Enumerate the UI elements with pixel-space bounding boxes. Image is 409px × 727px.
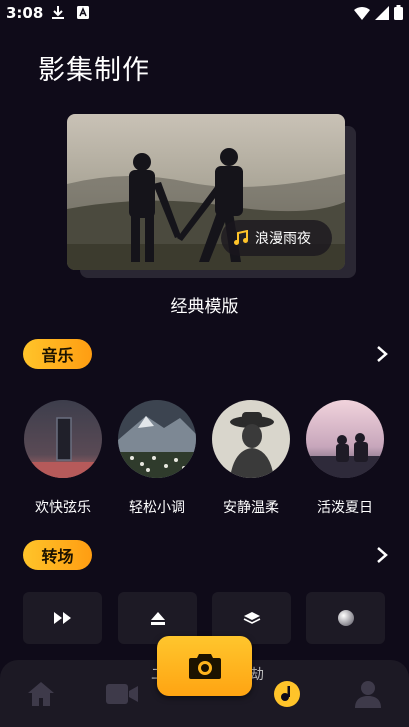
status-bar: 3:08 bbox=[0, 0, 409, 26]
video-camera-icon bbox=[106, 684, 138, 704]
download-icon bbox=[52, 6, 64, 19]
music-item-label: 活泼夏日 bbox=[317, 500, 373, 516]
tab-label-fragment-right: 劫 bbox=[250, 667, 264, 683]
music-item-1[interactable]: 欢快弦乐 bbox=[23, 400, 103, 517]
music-more-chevron-icon[interactable] bbox=[375, 345, 389, 363]
music-note-icon bbox=[234, 230, 248, 245]
battery-icon bbox=[394, 5, 403, 20]
camera-icon bbox=[188, 654, 221, 679]
sphere-icon bbox=[337, 610, 354, 626]
tab-video[interactable] bbox=[104, 676, 140, 712]
music-item-3[interactable]: 安静温柔 bbox=[211, 400, 291, 517]
music-thumb bbox=[24, 400, 102, 478]
person-icon bbox=[355, 681, 381, 708]
page-title: 影集制作 bbox=[38, 55, 150, 86]
music-section-pill: 音乐 bbox=[23, 339, 92, 369]
music-thumb bbox=[212, 400, 290, 478]
status-time: 3:08 bbox=[6, 4, 44, 22]
camera-button[interactable] bbox=[157, 636, 252, 696]
template-music-chip[interactable]: 浪漫雨夜 bbox=[221, 220, 332, 256]
music-item-label: 安静温柔 bbox=[223, 500, 279, 516]
tab-music[interactable] bbox=[269, 676, 305, 712]
layers-icon bbox=[243, 612, 260, 624]
music-thumb bbox=[118, 400, 196, 478]
app-notification-icon bbox=[77, 6, 89, 19]
tab-home[interactable] bbox=[23, 676, 59, 712]
transition-tile-4[interactable] bbox=[306, 592, 385, 644]
eject-icon bbox=[150, 612, 165, 625]
transition-section-pill: 转场 bbox=[23, 540, 92, 570]
music-item-2[interactable]: 轻松小调 bbox=[117, 400, 197, 517]
music-thumb bbox=[306, 400, 384, 478]
home-icon bbox=[28, 682, 54, 706]
tab-profile[interactable] bbox=[350, 676, 386, 712]
template-caption: 经典模版 bbox=[170, 297, 239, 317]
music-item-label: 欢快弦乐 bbox=[35, 500, 91, 516]
cellular-signal-icon bbox=[375, 5, 389, 20]
wifi-icon bbox=[354, 6, 370, 20]
transition-tile-1[interactable] bbox=[23, 592, 102, 644]
music-item-4[interactable]: 活泼夏日 bbox=[305, 400, 385, 517]
music-note-icon bbox=[274, 681, 300, 707]
music-item-label: 轻松小调 bbox=[129, 500, 185, 516]
transition-more-chevron-icon[interactable] bbox=[375, 546, 389, 564]
fast-forward-icon bbox=[53, 612, 71, 624]
template-music-label: 浪漫雨夜 bbox=[255, 231, 311, 247]
